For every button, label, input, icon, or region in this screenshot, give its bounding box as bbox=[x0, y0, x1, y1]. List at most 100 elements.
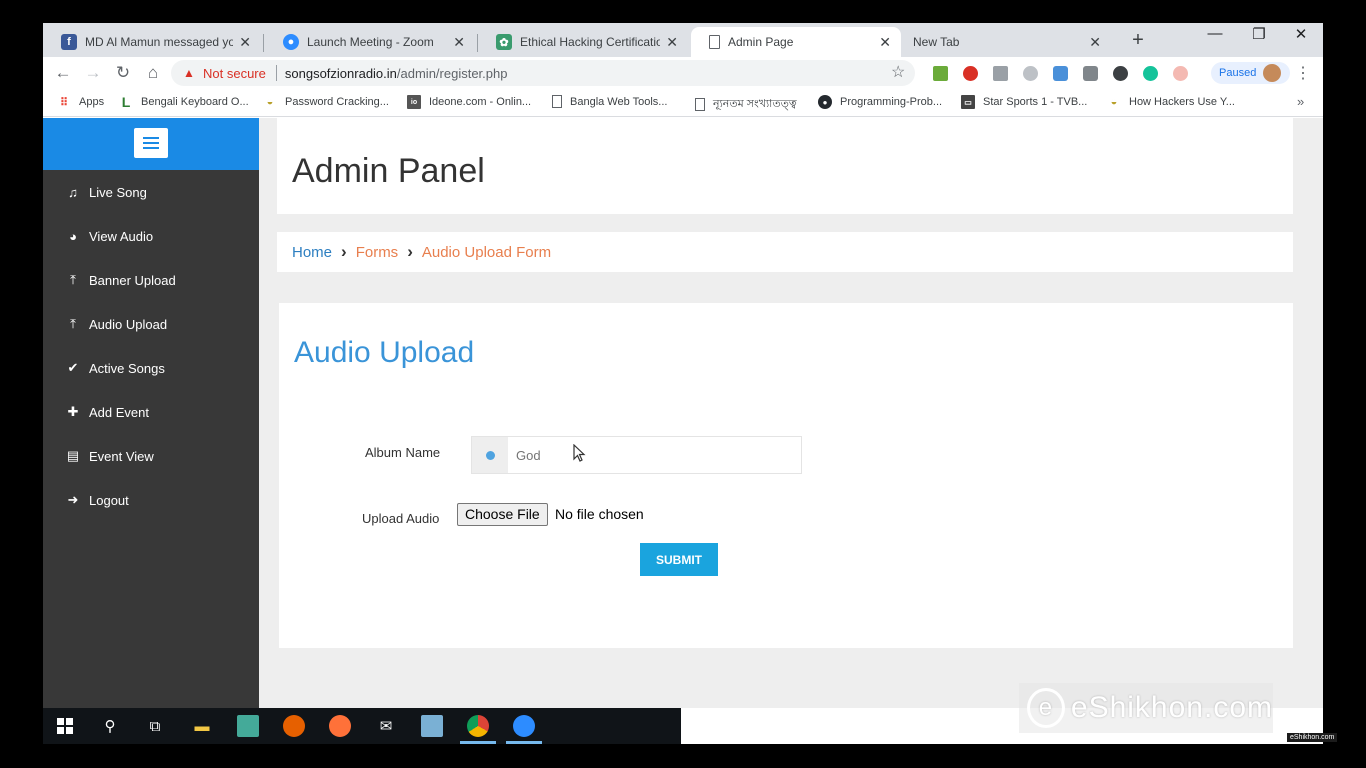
extension-cloud-icon[interactable] bbox=[1023, 66, 1038, 81]
apps-grid-icon: ⠿ bbox=[59, 96, 69, 109]
submit-button[interactable]: SUBMIT bbox=[640, 543, 718, 576]
sidebar: ♫ Live Song ◕ View Audio ⤒ Banner Upload… bbox=[43, 118, 259, 708]
bookmark-how-hackers[interactable]: ◒ How Hackers Use Y... bbox=[1107, 95, 1235, 109]
forward-icon[interactable]: → bbox=[82, 62, 104, 84]
bookmark-programming-problems[interactable]: ● Programming-Prob... bbox=[818, 95, 942, 109]
sidebar-item-audio-upload[interactable]: ⤒ Audio Upload bbox=[43, 302, 259, 346]
close-icon[interactable]: ✕ bbox=[879, 34, 891, 51]
firefox-icon[interactable] bbox=[283, 715, 305, 737]
breadcrumb-home[interactable]: Home bbox=[292, 244, 332, 261]
back-icon[interactable]: ← bbox=[52, 62, 74, 84]
close-window-button[interactable]: ✕ bbox=[1281, 25, 1321, 43]
music-note-icon: ♫ bbox=[68, 184, 78, 200]
album-name-group bbox=[471, 436, 802, 474]
file-status-text: No file chosen bbox=[555, 506, 644, 522]
extension-grid-icon[interactable] bbox=[993, 66, 1008, 81]
firefox-icon[interactable] bbox=[329, 715, 351, 737]
sidebar-item-label: Add Event bbox=[89, 404, 149, 420]
close-icon[interactable]: ✕ bbox=[1089, 34, 1101, 51]
github-icon: ● bbox=[818, 95, 832, 109]
bookmark-bengali-keyboard[interactable]: L Bengali Keyboard O... bbox=[119, 94, 249, 110]
menu-kebab-icon[interactable]: ⋮ bbox=[1295, 63, 1311, 83]
bookmark-label: Password Cracking... bbox=[285, 96, 389, 108]
close-icon[interactable]: ✕ bbox=[239, 34, 251, 51]
certificate-icon: ✿ bbox=[496, 34, 512, 50]
mail-icon[interactable]: ✉ bbox=[375, 715, 397, 737]
album-name-input[interactable] bbox=[508, 437, 801, 473]
sidebar-item-logout[interactable]: ➜ Logout bbox=[43, 478, 259, 522]
extension-adblock-icon[interactable] bbox=[963, 66, 978, 81]
eshikhon-logo-icon: e bbox=[1027, 688, 1065, 728]
sidebar-item-event-view[interactable]: ▤ Event View bbox=[43, 434, 259, 478]
list-icon: ▤ bbox=[66, 448, 80, 463]
bookmark-apps[interactable]: ⠿ Apps bbox=[57, 95, 104, 109]
chrome-icon[interactable] bbox=[467, 715, 489, 737]
app-store-icon[interactable] bbox=[237, 715, 259, 737]
url-host: songsofzionradio.in bbox=[284, 65, 397, 81]
warning-icon: ▲ bbox=[183, 66, 195, 80]
sidebar-item-active-songs[interactable]: ✔ Active Songs bbox=[43, 346, 259, 390]
extension-camera-icon[interactable] bbox=[1083, 66, 1098, 81]
search-icon[interactable]: ⚲ bbox=[99, 715, 121, 737]
breadcrumb: Home › Forms › Audio Upload Form bbox=[277, 232, 1293, 272]
bookmark-star-icon[interactable]: ☆ bbox=[891, 62, 905, 82]
facebook-icon: f bbox=[61, 34, 77, 50]
screen: f MD Al Mamun messaged you ✕ ● Launch Me… bbox=[43, 23, 1323, 744]
extension-grammarly-icon[interactable] bbox=[1143, 66, 1158, 81]
page-icon bbox=[709, 35, 720, 49]
generic-site-icon: ◒ bbox=[266, 96, 274, 108]
minimize-button[interactable]: — bbox=[1195, 25, 1235, 42]
sidebar-item-label: Audio Upload bbox=[89, 316, 168, 332]
bookmark-star-sports[interactable]: ▭ Star Sports 1 - TVB... bbox=[961, 95, 1087, 109]
plus-icon: ✚ bbox=[67, 404, 79, 419]
page-icon bbox=[695, 98, 705, 111]
hamburger-menu-icon[interactable] bbox=[134, 128, 168, 158]
bookmark-bangla-number-theory[interactable]: ন্যূনতম সংখ্যাতত্ত্ব bbox=[695, 95, 797, 114]
tab-label: Ethical Hacking Certification Tr bbox=[520, 35, 661, 49]
bookmarks-bar: ⠿ Apps L Bengali Keyboard O... ◒ Passwor… bbox=[43, 89, 1323, 117]
extension-recycle-icon[interactable] bbox=[1113, 66, 1128, 81]
task-view-icon[interactable]: ⧉ bbox=[144, 715, 166, 737]
address-bar[interactable]: ▲ Not secure songsofzionradio.in/admin/r… bbox=[171, 60, 915, 86]
extension-shield-icon[interactable] bbox=[1053, 66, 1068, 81]
extension-translate-icon[interactable] bbox=[1173, 66, 1188, 81]
zoom-icon[interactable] bbox=[513, 715, 535, 737]
tv-icon: ▭ bbox=[961, 95, 975, 109]
bookmark-password-cracking[interactable]: ◒ Password Cracking... bbox=[263, 95, 389, 109]
breadcrumb-forms[interactable]: Forms bbox=[356, 244, 399, 261]
close-icon[interactable]: ✕ bbox=[453, 34, 465, 51]
album-name-label: Album Name bbox=[365, 445, 441, 460]
page-title: Admin Panel bbox=[292, 152, 485, 190]
sidebar-item-live-song[interactable]: ♫ Live Song bbox=[43, 170, 259, 214]
bookmark-ideone[interactable]: io Ideone.com - Onlin... bbox=[407, 95, 531, 109]
avatar[interactable] bbox=[1263, 64, 1281, 82]
reload-icon[interactable]: ↻ bbox=[112, 62, 134, 84]
tab-new-tab[interactable]: New Tab ✕ bbox=[901, 27, 1111, 57]
watermark: e eShikhon.com bbox=[1019, 683, 1273, 733]
windows-start-icon[interactable] bbox=[54, 715, 76, 737]
generic-site-icon: ◒ bbox=[1110, 96, 1118, 108]
tab-facebook[interactable]: f MD Al Mamun messaged you ✕ bbox=[43, 27, 261, 57]
notepad-icon[interactable] bbox=[421, 715, 443, 737]
not-secure-label: Not secure bbox=[203, 65, 266, 81]
bookmark-label: Apps bbox=[79, 96, 105, 108]
new-tab-button[interactable]: + bbox=[1125, 27, 1151, 53]
chevron-right-icon: › bbox=[407, 242, 413, 261]
bookmark-bangla-web-tools[interactable]: Bangla Web Tools... bbox=[552, 95, 667, 108]
tab-ethical-hacking[interactable]: ✿ Ethical Hacking Certification Tr ✕ bbox=[478, 27, 688, 57]
sidebar-item-banner-upload[interactable]: ⤒ Banner Upload bbox=[43, 258, 259, 302]
extension-download-icon[interactable] bbox=[933, 66, 948, 81]
choose-file-button[interactable]: Choose File bbox=[457, 503, 548, 526]
file-explorer-icon[interactable]: ▬ bbox=[191, 715, 213, 737]
audio-upload-form: Audio Upload Album Name Upload Audio Cho… bbox=[279, 303, 1293, 648]
tab-zoom[interactable]: ● Launch Meeting - Zoom ✕ bbox=[265, 27, 475, 57]
tab-label: New Tab bbox=[913, 35, 960, 49]
sidebar-item-label: Logout bbox=[89, 492, 129, 508]
restore-button[interactable]: ❐ bbox=[1239, 25, 1279, 43]
chevron-more-icon[interactable]: » bbox=[1297, 94, 1304, 109]
home-icon[interactable]: ⌂ bbox=[142, 62, 164, 84]
close-icon[interactable]: ✕ bbox=[666, 34, 678, 51]
tab-admin-page[interactable]: Admin Page ✕ bbox=[691, 27, 901, 57]
sidebar-item-add-event[interactable]: ✚ Add Event bbox=[43, 390, 259, 434]
sidebar-item-view-audio[interactable]: ◕ View Audio bbox=[43, 214, 259, 258]
